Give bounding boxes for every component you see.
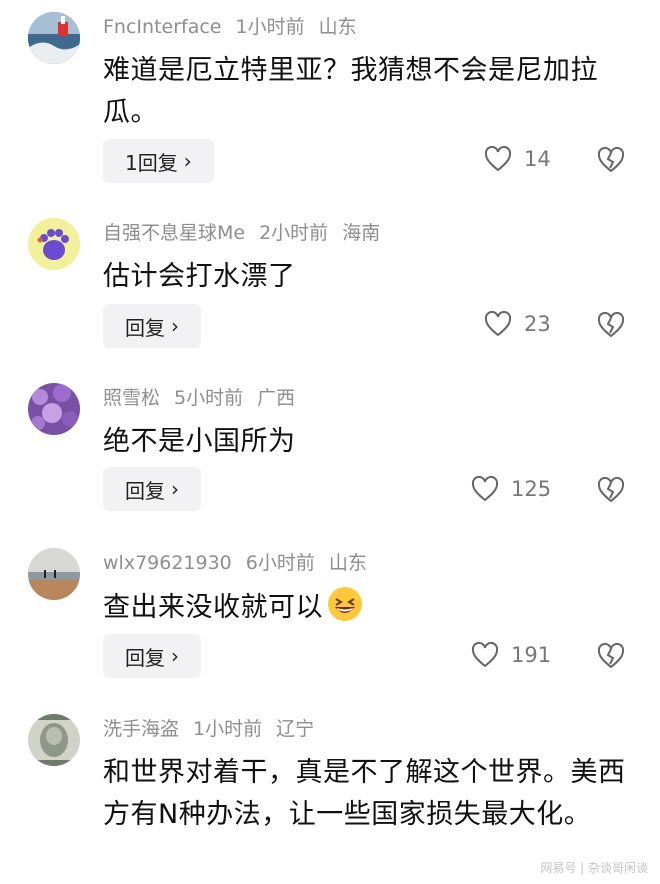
timestamp: 6小时前: [245, 552, 315, 574]
comment-meta: 照雪松 5小时前 广西: [103, 385, 309, 411]
reply-button[interactable]: 回复 ›: [103, 467, 201, 511]
comment-item: FncInterface 1小时前 山东 难道是厄立特里亚？我猜想不会是尼加拉瓜。 …: [0, 12, 660, 187]
timestamp: 1小时前: [193, 718, 263, 740]
username[interactable]: wlx79621930: [103, 552, 232, 574]
username[interactable]: 洗手海盗: [103, 718, 179, 740]
comment-item: 自强不息星球Me 2小时前 海南 估计会打水漂了 回复 › 23: [0, 218, 660, 353]
dollar-bill-avatar-icon: [28, 714, 80, 766]
dislike-button[interactable]: [597, 476, 625, 507]
reply-label: 回复: [125, 315, 165, 340]
username[interactable]: 照雪松: [103, 387, 160, 409]
like-button[interactable]: 23: [484, 311, 551, 337]
laughing-emoji-icon: [328, 587, 362, 621]
username[interactable]: 自强不息星球Me: [103, 222, 245, 244]
beach-avatar-icon: [28, 548, 80, 600]
comment-meta: 自强不息星球Me 2小时前 海南: [103, 220, 394, 246]
comment-meta: wlx79621930 6小时前 山东: [103, 550, 381, 576]
avatar[interactable]: [28, 218, 80, 270]
comment-meta: FncInterface 1小时前 山东: [103, 14, 371, 40]
timestamp: 2小时前: [259, 222, 329, 244]
chevron-right-icon: ›: [183, 149, 192, 173]
comment-item: 照雪松 5小时前 广西 绝不是小国所为 回复 › 125: [0, 383, 660, 518]
comment-meta: 洗手海盗 1小时前 辽宁: [103, 716, 328, 742]
timestamp: 1小时前: [235, 16, 305, 38]
comment-text: 和世界对着干，真是不了解这个世界。美西方有N种办法，让一些国家损失最大化。: [103, 757, 626, 830]
username[interactable]: FncInterface: [103, 16, 221, 38]
reply-button[interactable]: 1回复 ›: [103, 139, 214, 183]
comment-text: 绝不是小国所为: [103, 426, 296, 457]
reply-button[interactable]: 回复 ›: [103, 304, 201, 348]
lavender-flowers-avatar-icon: [28, 383, 80, 435]
broken-heart-icon: [597, 476, 625, 503]
chevron-right-icon: ›: [171, 314, 179, 338]
dislike-button[interactable]: [597, 311, 625, 342]
reply-label: 1回复: [125, 150, 178, 175]
timestamp: 5小时前: [174, 387, 244, 409]
location: 海南: [342, 222, 381, 244]
dislike-button[interactable]: [597, 642, 625, 673]
chevron-right-icon: ›: [171, 644, 179, 668]
heart-icon: [484, 311, 512, 337]
avatar[interactable]: [28, 383, 80, 435]
comment-text-content: 查出来没收就可以: [103, 592, 323, 623]
seaside-landscape-avatar-icon: [28, 12, 80, 64]
avatar[interactable]: [28, 548, 80, 600]
comment-text: 难道是厄立特里亚？我猜想不会是尼加拉瓜。: [103, 55, 598, 128]
like-count: 125: [511, 477, 552, 501]
like-count: 191: [511, 643, 552, 667]
location: 广西: [257, 387, 296, 409]
watermark: 网易号 | 杂谈哥闲谈: [540, 861, 648, 875]
heart-icon: [484, 146, 512, 172]
comment-text: 查出来没收就可以: [103, 586, 643, 629]
like-button[interactable]: 191: [471, 642, 551, 668]
avatar[interactable]: [28, 12, 80, 64]
broken-heart-icon: [597, 642, 625, 669]
heart-icon: [471, 642, 499, 668]
chevron-right-icon: ›: [171, 477, 179, 501]
like-button[interactable]: 125: [471, 476, 551, 502]
avatar[interactable]: [28, 714, 80, 766]
location: 辽宁: [276, 718, 315, 740]
location: 山东: [318, 16, 357, 38]
reply-label: 回复: [125, 645, 165, 670]
purple-paw-avatar-icon: [28, 218, 80, 270]
like-button[interactable]: 14: [484, 146, 551, 172]
dislike-button[interactable]: [597, 146, 625, 177]
broken-heart-icon: [597, 146, 625, 173]
location: 山东: [328, 552, 367, 574]
comment-item: wlx79621930 6小时前 山东 查出来没收就可以 回复 › 191: [0, 548, 660, 683]
comment-text: 估计会打水漂了: [103, 261, 296, 292]
broken-heart-icon: [597, 311, 625, 338]
reply-button[interactable]: 回复 ›: [103, 634, 201, 678]
like-count: 14: [524, 147, 551, 171]
heart-icon: [471, 476, 499, 502]
like-count: 23: [524, 312, 551, 336]
reply-label: 回复: [125, 478, 165, 503]
